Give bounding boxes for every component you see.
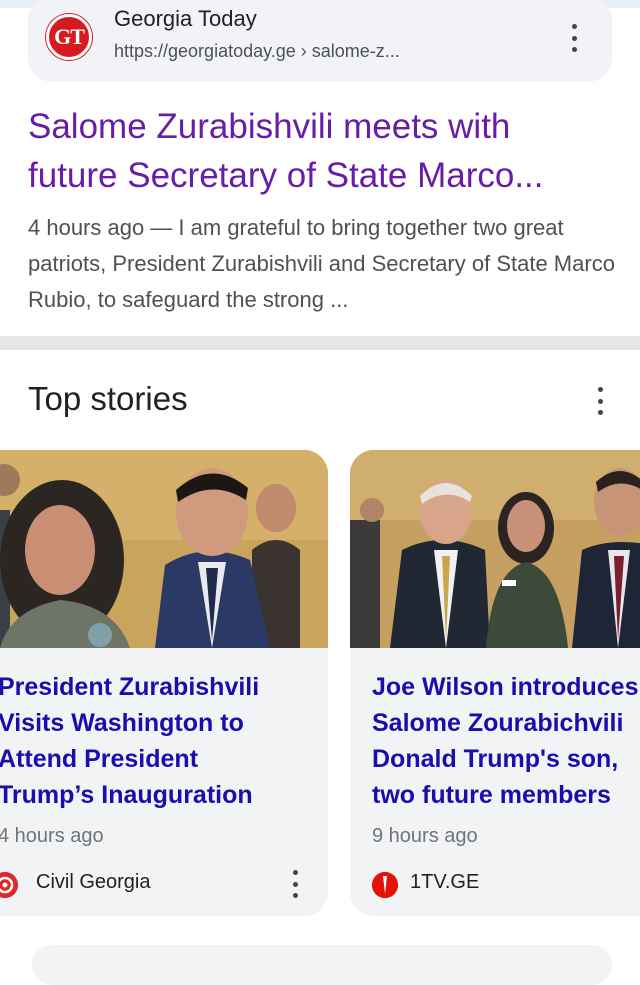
story-card-2[interactable]: Joe Wilson introduces Salome Zourabichvi… (350, 450, 640, 916)
source-name[interactable]: Georgia Today (114, 6, 257, 32)
result-snippet: 4 hours ago — I am grateful to bring tog… (28, 215, 615, 312)
story-title-2[interactable]: Joe Wilson introduces Salome Zourabichvi… (372, 669, 638, 813)
top-stories-heading: Top stories (28, 380, 188, 417)
civil-georgia-logo-icon (0, 872, 18, 898)
result-title-link[interactable]: Salome Zurabishvili meets with future Se… (28, 102, 618, 200)
result-source-card[interactable]: GT Georgia Today https://georgiatoday.ge… (28, 0, 612, 82)
story-title-1[interactable]: President Zurabishvili Visits Washington… (0, 669, 259, 813)
1tv-logo-icon (372, 872, 398, 898)
story-card-1[interactable]: President Zurabishvili Visits Washington… (0, 450, 328, 916)
next-result-card[interactable] (32, 945, 612, 985)
top-stories-more-icon[interactable] (595, 387, 605, 415)
more-options-icon[interactable] (569, 24, 579, 52)
source-url[interactable]: https://georgiatoday.ge › salome-z... (114, 41, 400, 62)
georgia-today-logo-icon: GT (46, 14, 92, 60)
story-photo-2 (350, 450, 640, 648)
section-divider (0, 336, 640, 350)
story-publisher-2[interactable]: 1TV.GE (410, 871, 479, 894)
story-time-1: 4 hours ago (0, 825, 104, 847)
story-time-2: 9 hours ago (372, 825, 478, 847)
story-photo-1 (0, 450, 328, 648)
story-publisher-1[interactable]: Civil Georgia (36, 871, 150, 894)
story-1-more-icon[interactable] (290, 870, 300, 898)
